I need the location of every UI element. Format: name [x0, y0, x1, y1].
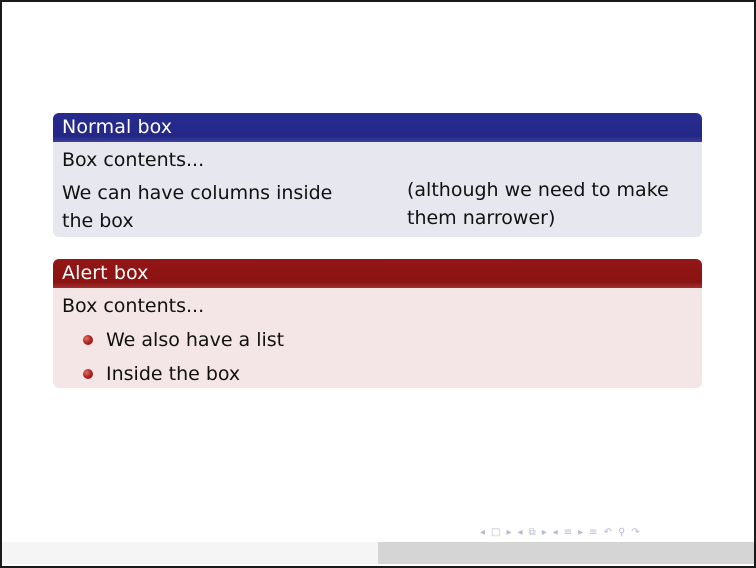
- subsection-prev-icon[interactable]: ◂: [518, 527, 523, 538]
- section-icon[interactable]: ≡: [564, 527, 572, 538]
- list-item-text: We also have a list: [106, 329, 285, 351]
- align-icon[interactable]: ≡: [589, 527, 597, 538]
- frame-icon[interactable]: □: [491, 527, 500, 538]
- alert-box: Alert box Box contents... We also have a…: [53, 259, 702, 388]
- frame-prev-icon[interactable]: ◂: [480, 527, 485, 538]
- normal-box-column-left: We can have columns inside the box: [62, 182, 333, 232]
- subsection-next-icon[interactable]: ▸: [542, 527, 547, 538]
- normal-box-title: Normal box: [53, 113, 702, 142]
- list-item-text: Inside the box: [106, 363, 241, 385]
- bullet-icon: [83, 335, 93, 345]
- bullet-icon: [83, 369, 93, 379]
- back-icon[interactable]: ↶: [604, 527, 612, 538]
- subsection-icon[interactable]: ⧉: [529, 527, 536, 538]
- section-next-icon[interactable]: ▸: [578, 527, 583, 538]
- navigation-bar: ◂ □ ▸ ◂ ⧉ ▸ ◂ ≡ ▸ ≡ ↶ ⚲ ↷: [480, 524, 640, 540]
- footer-bar-left: [2, 542, 378, 564]
- frame-next-icon[interactable]: ▸: [506, 527, 511, 538]
- normal-box: Normal box Box contents... We can have c…: [53, 113, 702, 237]
- section-prev-icon[interactable]: ◂: [553, 527, 558, 538]
- normal-box-text: Box contents...: [62, 149, 205, 171]
- search-icon[interactable]: ⚲: [618, 527, 625, 538]
- footer-bar-right: [378, 542, 754, 564]
- alert-box-text: Box contents...: [62, 295, 205, 317]
- alert-box-title: Alert box: [53, 259, 702, 288]
- normal-box-column-right: (although we need to make them narrower): [407, 179, 669, 229]
- forward-icon[interactable]: ↷: [631, 527, 639, 538]
